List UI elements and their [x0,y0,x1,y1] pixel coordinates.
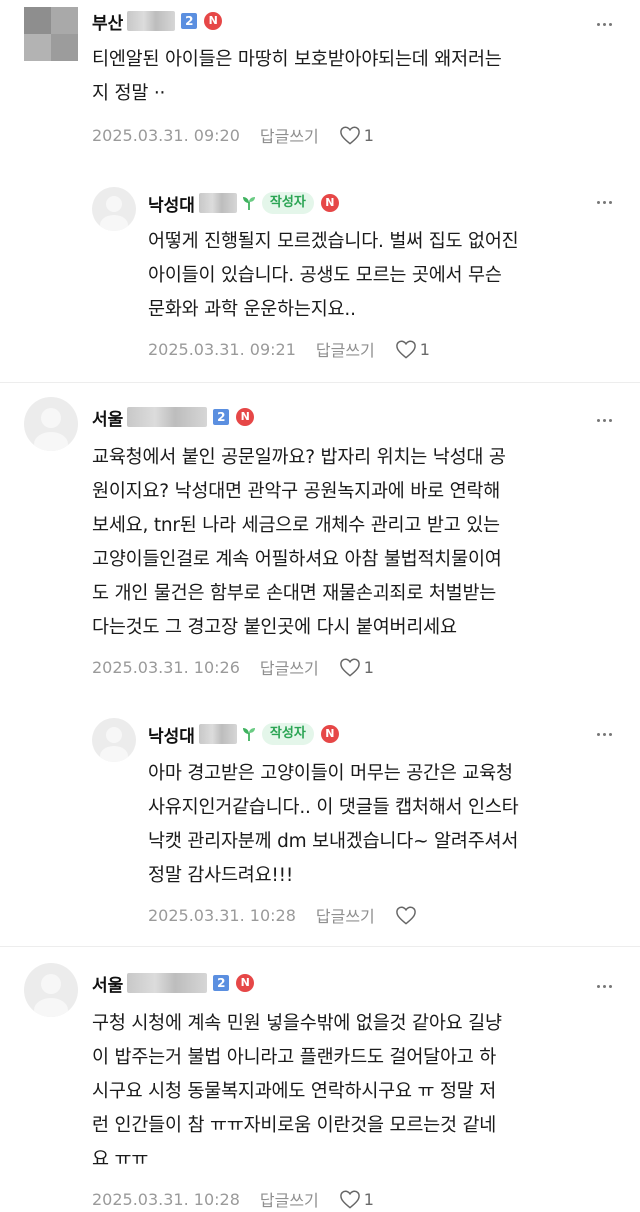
comment-date: 2025.03.31. 10:28 [92,1189,240,1209]
sprout-icon [242,728,255,741]
reply-button[interactable]: 답글쓰기 [316,337,375,361]
divider [0,382,640,383]
like-count: 1 [363,125,374,145]
like-button[interactable]: 1 [339,1189,374,1209]
avatar[interactable] [24,397,78,451]
heart-icon [339,658,360,677]
comment-text: 아마 경고받은 고양이들이 머무는 공간은 교육청 사유지인거같습니다.. 이 … [148,763,519,886]
like-button[interactable] [395,905,420,925]
heart-icon [339,1190,360,1209]
divider [0,946,640,947]
level-badge: 2 [213,409,230,425]
heart-icon [395,906,416,925]
author-row: 낙성대 작성자 N [148,190,339,216]
comment-date: 2025.03.31. 10:28 [148,905,296,925]
avatar[interactable] [24,7,78,61]
new-badge: N [320,194,339,212]
comment-text: 교육청에서 붙인 공문일까요? 밥자리 위치는 낙성대 공 원이지요? 낙성대면… [92,447,506,638]
author-row: 낙성대 작성자 N [148,721,339,747]
author-name[interactable]: 서울 [92,405,123,430]
reply-button[interactable]: 답글쓰기 [260,123,319,147]
author-tag: 작성자 [261,192,314,214]
more-options-icon[interactable] [594,14,614,34]
more-options-icon[interactable] [594,724,614,744]
blurred-nickname [198,193,237,213]
blurred-nickname [127,407,208,427]
sprout-icon [242,197,255,210]
author-name[interactable]: 서울 [92,971,123,996]
author-tag: 작성자 [261,723,314,745]
more-options-icon[interactable] [594,976,614,996]
heart-icon [395,340,416,359]
comment-date: 2025.03.31. 09:21 [148,339,296,359]
like-count: 1 [419,339,430,359]
like-count: 1 [363,1189,374,1209]
comment-text: 구청 시청에 계속 민원 넣을수밖에 없을것 같아요 길냥 이 밥주는거 불법 … [92,1013,502,1170]
author-row: 부산 2 N [92,8,223,34]
reply-button[interactable]: 답글쓰기 [316,903,375,927]
author-row: 서울 2 N [92,970,255,996]
new-badge: N [320,725,339,743]
new-badge: N [236,408,255,426]
comment-text: 티엔알된 아이들은 마땅히 보호받아야되는데 왜저러는 지 정말 ·· [92,49,502,104]
blurred-nickname [127,11,176,31]
comment-date: 2025.03.31. 10:26 [92,657,240,677]
level-badge: 2 [213,975,230,991]
more-options-icon[interactable] [594,410,614,430]
comment-date: 2025.03.31. 09:20 [92,125,240,145]
avatar[interactable] [24,963,78,1017]
author-name[interactable]: 낙성대 [148,722,195,747]
new-badge: N [236,974,255,992]
comment-meta: 2025.03.31. 10:28 답글쓰기 1 [92,1186,374,1212]
comment-text: 어떻게 진행될지 모르겠습니다. 벌써 집도 없어진 아이들이 있습니다. 공생… [148,231,519,320]
new-badge: N [204,12,223,30]
comment-meta: 2025.03.31. 10:28 답글쓰기 [148,902,420,928]
heart-icon [339,126,360,145]
like-count: 1 [363,657,374,677]
author-row: 서울 2 N [92,404,255,430]
comment-meta: 2025.03.31. 09:20 답글쓰기 1 [92,122,374,148]
more-options-icon[interactable] [594,192,614,212]
level-badge: 2 [181,13,198,29]
like-button[interactable]: 1 [339,657,374,677]
reply-button[interactable]: 답글쓰기 [260,1187,319,1211]
author-name[interactable]: 낙성대 [148,191,195,216]
like-button[interactable]: 1 [395,339,430,359]
avatar[interactable] [92,718,136,762]
blurred-nickname [198,724,237,744]
author-name[interactable]: 부산 [92,9,123,34]
comment-meta: 2025.03.31. 10:26 답글쓰기 1 [92,654,374,680]
avatar[interactable] [92,187,136,231]
like-button[interactable]: 1 [339,125,374,145]
comment-meta: 2025.03.31. 09:21 답글쓰기 1 [148,336,430,362]
blurred-nickname [127,973,208,993]
reply-button[interactable]: 답글쓰기 [260,655,319,679]
